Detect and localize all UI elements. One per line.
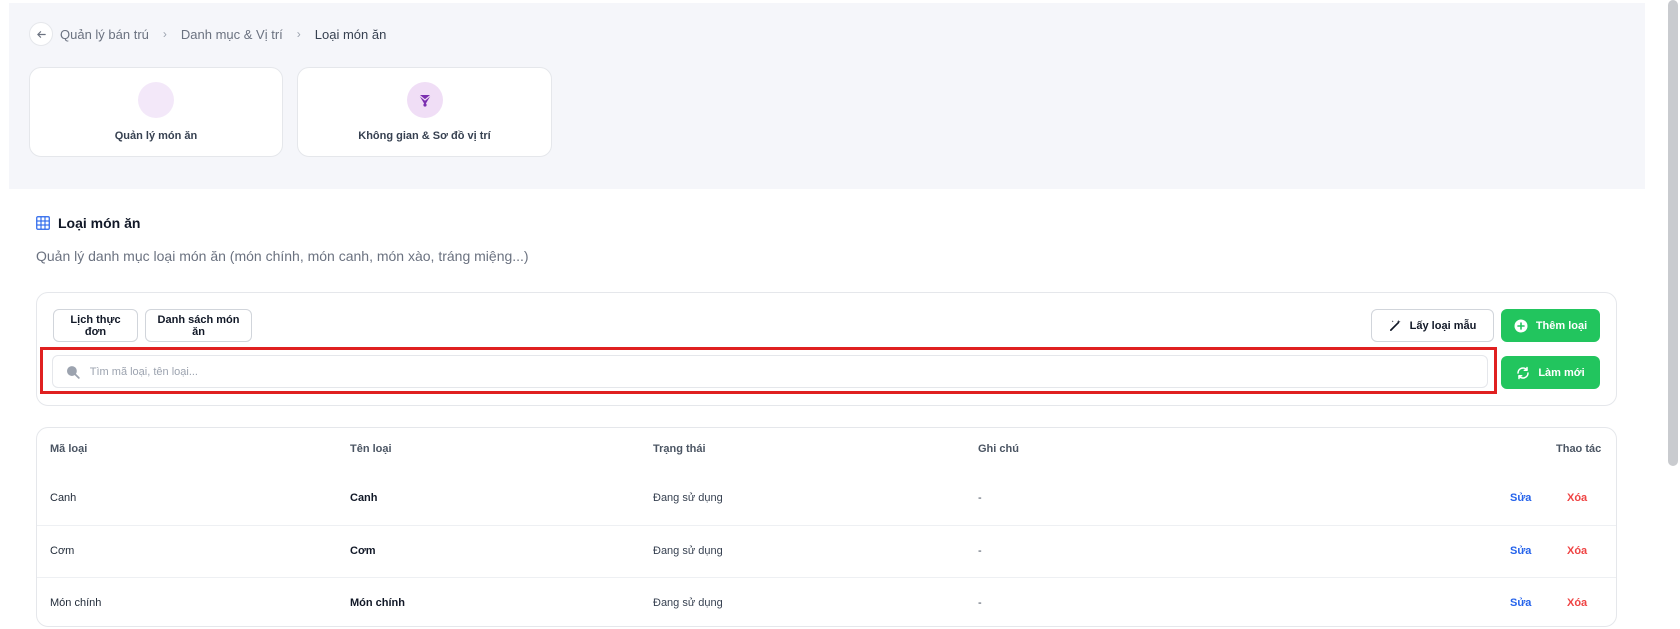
header-name: Tên loại bbox=[350, 443, 392, 455]
map-icon bbox=[406, 82, 443, 118]
cell-status: Đang sử dụng bbox=[653, 597, 723, 609]
magic-wand-icon bbox=[1389, 319, 1401, 331]
cell-note: - bbox=[978, 492, 982, 504]
breadcrumb-item-catalog[interactable]: Danh mục & Vị trí bbox=[181, 27, 283, 42]
cell-status: Đang sử dụng bbox=[653, 492, 723, 504]
cell-name: Cơm bbox=[350, 545, 376, 557]
delete-button[interactable]: Xóa bbox=[1567, 545, 1587, 557]
section-title-text: Loại món ăn bbox=[58, 215, 141, 231]
search-box[interactable] bbox=[52, 355, 1488, 388]
cell-note: - bbox=[978, 545, 982, 557]
breadcrumb-item-current: Loại món ăn bbox=[314, 26, 387, 42]
delete-button[interactable]: Xóa bbox=[1567, 492, 1587, 504]
header-code: Mã loại bbox=[50, 443, 88, 455]
table-row: Canh Canh Đang sử dụng - Sửa Xóa bbox=[37, 473, 1616, 525]
cell-note: - bbox=[978, 597, 982, 609]
plus-circle-icon bbox=[1514, 319, 1528, 332]
menu-schedule-button[interactable]: Lịch thực đơn bbox=[53, 309, 138, 342]
card-label: Không gian & Sơ đồ vị trí bbox=[358, 130, 491, 142]
vertical-scrollbar[interactable] bbox=[1668, 0, 1678, 466]
dish-list-label: Danh sách món ăn bbox=[157, 313, 240, 338]
edit-button[interactable]: Sửa bbox=[1510, 492, 1531, 504]
dish-list-button[interactable]: Danh sách món ăn bbox=[145, 309, 252, 342]
breadcrumb: Quản lý bán trú › Danh mục & Vị trí › Lo… bbox=[29, 22, 386, 46]
cell-code: Canh bbox=[50, 492, 77, 504]
delete-button[interactable]: Xóa bbox=[1567, 597, 1587, 609]
cell-code: Cơm bbox=[50, 545, 75, 557]
arrow-left-icon bbox=[36, 30, 46, 38]
get-sample-button[interactable]: Lấy loại mẫu bbox=[1371, 309, 1494, 342]
search-input[interactable] bbox=[87, 364, 1487, 379]
refresh-icon bbox=[1517, 366, 1530, 379]
add-type-label: Thêm loại bbox=[1535, 319, 1588, 332]
cell-code: Món chính bbox=[50, 597, 102, 609]
header-actions: Thao tác bbox=[1556, 443, 1602, 455]
breadcrumb-separator: › bbox=[162, 27, 167, 41]
section-title: Loại món ăn bbox=[36, 215, 140, 231]
card-dish-management[interactable]: Quản lý món ăn bbox=[29, 67, 283, 157]
edit-button[interactable]: Sửa bbox=[1510, 597, 1531, 609]
get-sample-label: Lấy loại mẫu bbox=[1409, 319, 1477, 332]
cell-status: Đang sử dụng bbox=[653, 545, 723, 557]
card-space-map[interactable]: Không gian & Sơ đồ vị trí bbox=[297, 67, 552, 157]
header-note: Ghi chú bbox=[978, 443, 1019, 455]
table-row: Cơm Cơm Đang sử dụng - Sửa Xóa bbox=[37, 525, 1616, 577]
breadcrumb-separator: › bbox=[296, 27, 301, 41]
cell-name: Món chính bbox=[350, 597, 405, 609]
search-icon bbox=[66, 365, 80, 379]
dish-icon bbox=[138, 82, 174, 118]
menu-schedule-label: Lịch thực đơn bbox=[70, 313, 121, 338]
refresh-button[interactable]: Làm mới bbox=[1501, 356, 1600, 389]
add-type-button[interactable]: Thêm loại bbox=[1501, 309, 1600, 342]
cell-name: Canh bbox=[350, 492, 378, 504]
table-row: Món chính Món chính Đang sử dụng - Sửa X… bbox=[37, 577, 1616, 629]
edit-button[interactable]: Sửa bbox=[1510, 545, 1531, 557]
back-button[interactable] bbox=[29, 22, 53, 46]
header-status: Trạng thái bbox=[653, 443, 706, 455]
card-label: Quản lý món ăn bbox=[114, 130, 198, 142]
section-description: Quản lý danh mục loại món ăn (món chính,… bbox=[36, 248, 529, 264]
refresh-label: Làm mới bbox=[1538, 366, 1585, 379]
breadcrumb-item-boarding[interactable]: Quản lý bán trú bbox=[60, 27, 149, 42]
grid-icon bbox=[36, 216, 50, 230]
